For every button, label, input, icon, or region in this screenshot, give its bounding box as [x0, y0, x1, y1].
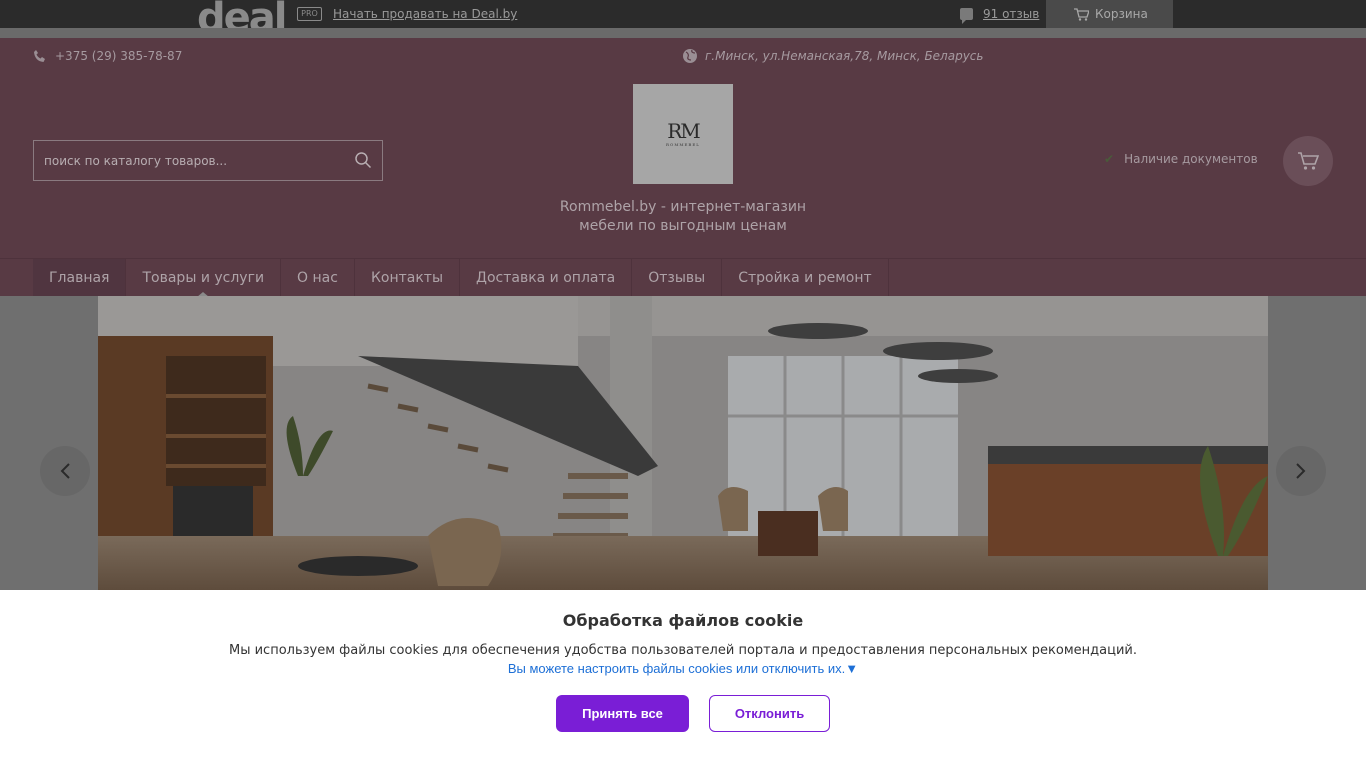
- pro-badge: PRO: [297, 7, 322, 21]
- reviews-link[interactable]: 91 отзыв: [983, 6, 1039, 22]
- nav-item-home[interactable]: Главная: [33, 259, 127, 297]
- slider-next-button[interactable]: [1276, 446, 1326, 496]
- cookie-text: Мы используем файлы cookies для обеспече…: [228, 643, 1137, 658]
- chevron-left-icon: [60, 463, 70, 479]
- start-selling-link[interactable]: Начать продавать на Deal.by: [333, 6, 517, 22]
- nav-item-reviews[interactable]: Отзывы: [632, 259, 723, 297]
- cart-label: Корзина: [1095, 7, 1148, 21]
- main-nav: Главная Товары и услуги О нас Контакты Д…: [0, 258, 1366, 297]
- phone-icon: [34, 50, 45, 62]
- phone-contact[interactable]: +375 (29) 385-78-87: [33, 48, 182, 64]
- documents-info[interactable]: ✔ Наличие документов: [1104, 151, 1258, 167]
- hero-slider: [0, 296, 1366, 590]
- divider-stripe: [0, 28, 1366, 38]
- cookie-title: Обработка файлов cookie: [562, 611, 804, 630]
- chevron-right-icon: [1296, 463, 1306, 479]
- check-icon: ✔: [1104, 152, 1115, 166]
- site-header: +375 (29) 385-78-87 г.Минск, ул.Неманска…: [0, 38, 1366, 258]
- nav-item-about[interactable]: О нас: [281, 259, 355, 297]
- deal-logo[interactable]: deal: [197, 0, 289, 28]
- search-icon[interactable]: [354, 151, 372, 169]
- address-text: г.Минск, ул.Неманская,78, Минск, Беларус…: [705, 49, 984, 63]
- interior-image: [98, 296, 1268, 590]
- address: г.Минск, ул.Неманская,78, Минск, Беларус…: [682, 48, 983, 64]
- top-bar: deal PRO Начать продавать на Deal.by 91 …: [0, 0, 1366, 28]
- search-input[interactable]: [34, 141, 344, 180]
- decline-button[interactable]: Отклонить: [709, 695, 830, 732]
- cart-top-button[interactable]: Корзина: [1046, 0, 1173, 28]
- cart-button[interactable]: [1283, 136, 1333, 186]
- logo-subtitle: ROMMEBEL: [666, 142, 700, 147]
- cart-icon: [1074, 7, 1089, 21]
- nav-item-contacts[interactable]: Контакты: [355, 259, 461, 297]
- nav-item-products[interactable]: Товары и услуги: [126, 259, 282, 297]
- phone-number: +375 (29) 385-78-87: [55, 49, 183, 63]
- documents-label: Наличие документов: [1124, 152, 1258, 166]
- accept-all-button[interactable]: Принять все: [556, 695, 689, 732]
- search-box: [33, 140, 383, 181]
- nav-item-construction[interactable]: Стройка и ремонт: [722, 259, 889, 297]
- slide-image: [98, 296, 1268, 590]
- cart-icon: [1298, 152, 1319, 170]
- reviews-top: 91 отзыв: [960, 5, 1039, 24]
- globe-icon: [683, 49, 697, 63]
- comment-icon: [960, 8, 973, 24]
- nav-item-delivery[interactable]: Доставка и оплата: [460, 259, 633, 297]
- shop-tagline: Rommebel.by - интернет-магазин мебели по…: [559, 199, 807, 234]
- shop-logo[interactable]: RM ROMMEBEL: [633, 84, 733, 184]
- cookie-settings-link[interactable]: Вы можете настроить файлы cookies или от…: [0, 660, 1366, 678]
- cookie-banner: Обработка файлов cookie Мы используем фа…: [0, 590, 1366, 768]
- slider-prev-button[interactable]: [40, 446, 90, 496]
- logo-mark: RM: [667, 119, 701, 143]
